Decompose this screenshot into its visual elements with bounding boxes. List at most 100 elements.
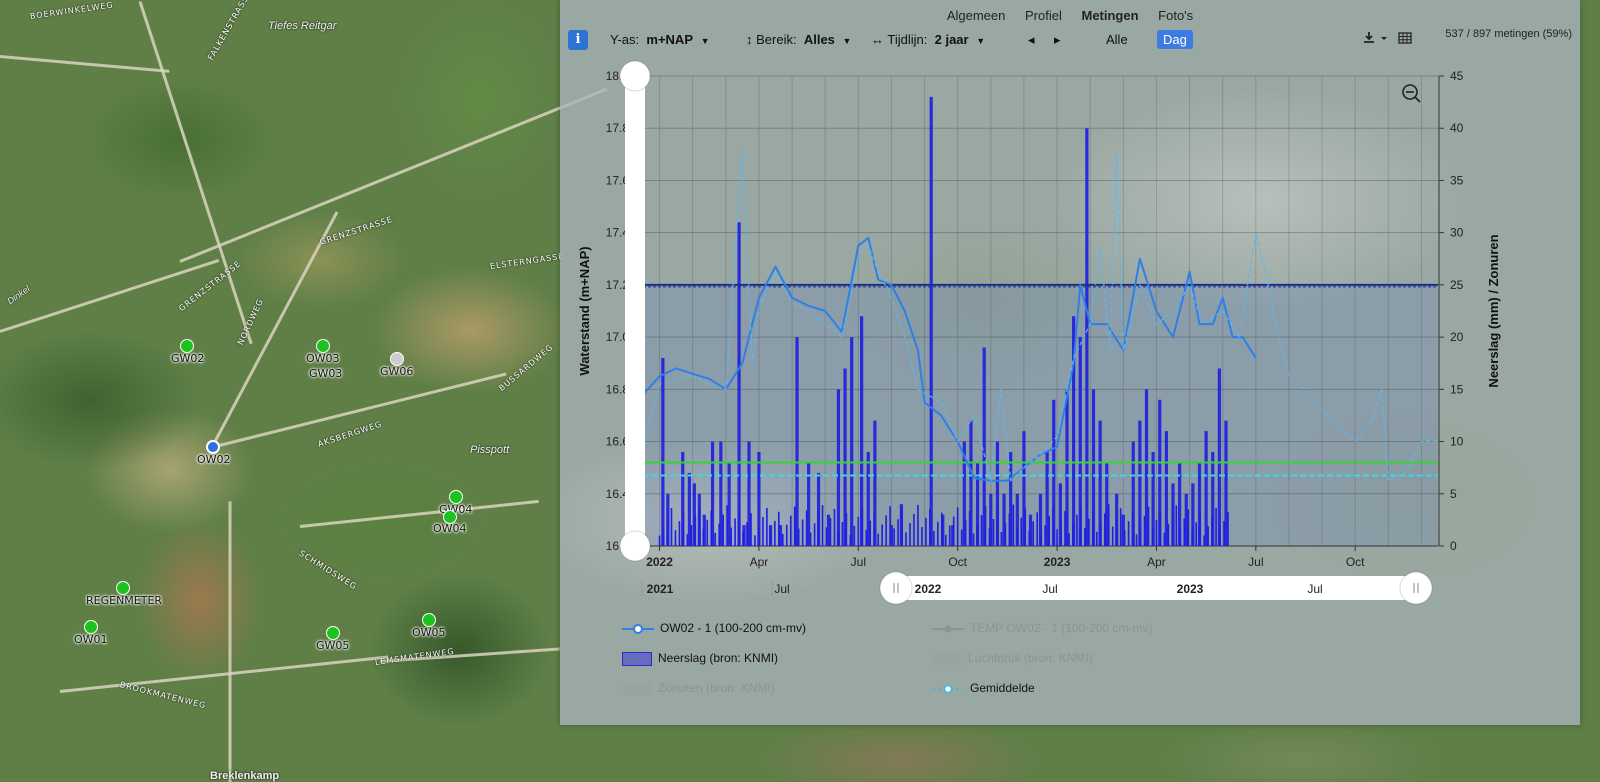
precipitation-bar	[1024, 508, 1027, 546]
legend-item-ow02[interactable]: OW02 - 1 (100-200 cm-mv)	[622, 621, 806, 635]
precipitation-bar	[836, 389, 841, 546]
precipitation-bar	[1131, 512, 1134, 546]
marker-label: GW05	[316, 639, 350, 652]
precipitation-bar	[1068, 533, 1070, 546]
alle-button[interactable]: Alle	[1106, 32, 1128, 47]
y2-tick-label: 35	[1450, 173, 1464, 187]
table-button[interactable]	[1398, 31, 1412, 48]
navigator-label: 2022	[915, 582, 942, 596]
precipitation-bar	[925, 517, 927, 546]
legend-item-neerslag[interactable]: Neerslag (bron: KNMI)	[622, 651, 778, 666]
marker-label: OW04	[433, 522, 467, 535]
x-tick-label: Oct	[948, 555, 967, 569]
y2-tick-label: 40	[1450, 121, 1464, 135]
y2-tick-label: 5	[1450, 487, 1457, 501]
precipitation-bar	[1044, 525, 1046, 546]
precipitation-bar	[1147, 506, 1150, 546]
precipitation-bar	[1123, 530, 1126, 546]
precipitation-bar	[1167, 523, 1170, 546]
navigator-handle-left[interactable]	[879, 571, 913, 605]
precipitation-bar	[1056, 529, 1058, 546]
precipitation-bar	[1060, 520, 1062, 546]
precipitation-bar	[662, 526, 665, 546]
precipitation-bar	[1175, 505, 1178, 546]
tijdlijn-dropdown[interactable]: ↔ Tijdlijn: 2 jaar ▼	[871, 32, 985, 47]
tab-algemeen[interactable]: Algemeen	[947, 8, 1006, 23]
navigator-selection[interactable]	[896, 576, 1416, 600]
info-button[interactable]: i	[568, 30, 588, 50]
dag-button[interactable]: Dag	[1157, 30, 1193, 49]
precipitation-bar	[658, 535, 661, 546]
navigator-label: Jul	[1307, 582, 1322, 596]
tab-metingen[interactable]: Metingen	[1081, 8, 1138, 23]
precipitation-bar	[837, 531, 840, 546]
tab-fotos[interactable]: Foto's	[1158, 8, 1193, 23]
legend-line-icon	[932, 684, 964, 694]
navigator-handle-right[interactable]	[1399, 571, 1433, 605]
precipitation-bar	[933, 530, 935, 546]
precipitation-bar	[1008, 513, 1011, 546]
y-range-handle-bottom[interactable]	[619, 530, 651, 562]
bereik-dropdown[interactable]: ↕ Bereik: Alles ▼	[746, 32, 851, 47]
map-marker-ow03[interactable]	[316, 339, 330, 353]
navigator-label: 2023	[1177, 582, 1204, 596]
precipitation-bar	[694, 515, 697, 546]
marker-label: OW03	[306, 352, 340, 365]
legend-item-gemiddelde[interactable]: Gemiddelde	[932, 681, 1035, 695]
precipitation-bar	[1199, 513, 1201, 546]
precipitation-bar	[849, 535, 852, 546]
precipitation-bar	[746, 522, 748, 546]
measurement-count: 537 / 897 metingen (59%)	[1445, 28, 1572, 40]
map-marker-ow02-selected[interactable]	[206, 440, 220, 454]
precipitation-bar	[877, 533, 879, 546]
precipitation-bar	[972, 533, 975, 546]
precipitation-bar	[690, 525, 693, 546]
x-tick-label: 2022	[646, 555, 673, 569]
precipitation-bar	[1224, 420, 1228, 546]
road-label: AKSBERGWEG	[316, 419, 384, 449]
precipitation-bar	[1183, 518, 1186, 546]
measurement-panel: Algemeen Profiel Metingen Foto's i Y-as:…	[560, 0, 1580, 725]
precipitation-bar	[960, 529, 963, 546]
map-marker-ow01[interactable]	[84, 620, 98, 634]
precipitation-bar	[1143, 516, 1146, 546]
precipitation-bar	[1092, 509, 1094, 546]
legend-item-zonuren[interactable]: Zonuren (bron: KNMI)	[622, 681, 775, 696]
tab-profiel[interactable]: Profiel	[1025, 8, 1062, 23]
download-button[interactable]	[1362, 30, 1392, 49]
precipitation-bar	[1004, 522, 1007, 546]
y-range-handle-top[interactable]	[619, 60, 651, 92]
precipitation-bar	[1223, 521, 1225, 546]
panel-tabs: Algemeen Profiel Metingen Foto's	[560, 8, 1580, 23]
precipitation-bar	[1072, 524, 1074, 546]
precipitation-bar	[1036, 512, 1038, 546]
chevron-down-icon: ▼	[842, 36, 852, 46]
map-marker-gw02[interactable]	[180, 339, 194, 353]
precipitation-bar	[1171, 514, 1174, 546]
precipitation-bar	[944, 534, 947, 546]
x-tick-label: Jul	[1248, 555, 1263, 569]
y-axis-title: Waterstand (m+NAP)	[577, 246, 592, 375]
previous-button[interactable]: ◂	[1028, 32, 1035, 48]
precipitation-bar	[1080, 505, 1082, 546]
marker-label: OW01	[74, 633, 108, 646]
vertical-arrows-icon: ↕	[746, 32, 753, 47]
map-marker-gw04[interactable]	[449, 490, 463, 504]
map-road	[59, 655, 389, 693]
precipitation-bar	[666, 517, 669, 546]
map-marker-gw05[interactable]	[326, 626, 340, 640]
next-button[interactable]: ▸	[1054, 32, 1061, 48]
map-marker-ow05[interactable]	[422, 613, 436, 627]
precipitation-bar	[865, 529, 868, 546]
legend-item-temp[interactable]: TEMP OW02 - 1 (100-200 cm-mv)	[932, 621, 1152, 635]
y-range-slider	[625, 76, 645, 546]
precipitation-bar	[1016, 526, 1019, 546]
precipitation-bar	[1111, 526, 1114, 546]
measurement-chart[interactable]: 18.017.817.617.417.217.016.816.616.416.2…	[560, 60, 1580, 620]
precipitation-bar	[778, 511, 780, 546]
legend-item-luchtdruk[interactable]: Luchtdruk (bron: KNMI)	[932, 651, 1093, 666]
precipitation-bar	[866, 452, 870, 546]
map-marker-regenmeter[interactable]	[116, 581, 130, 595]
map-marker-gw06[interactable]	[390, 352, 404, 366]
yas-dropdown[interactable]: Y-as: m+NAP ▼	[610, 32, 710, 47]
